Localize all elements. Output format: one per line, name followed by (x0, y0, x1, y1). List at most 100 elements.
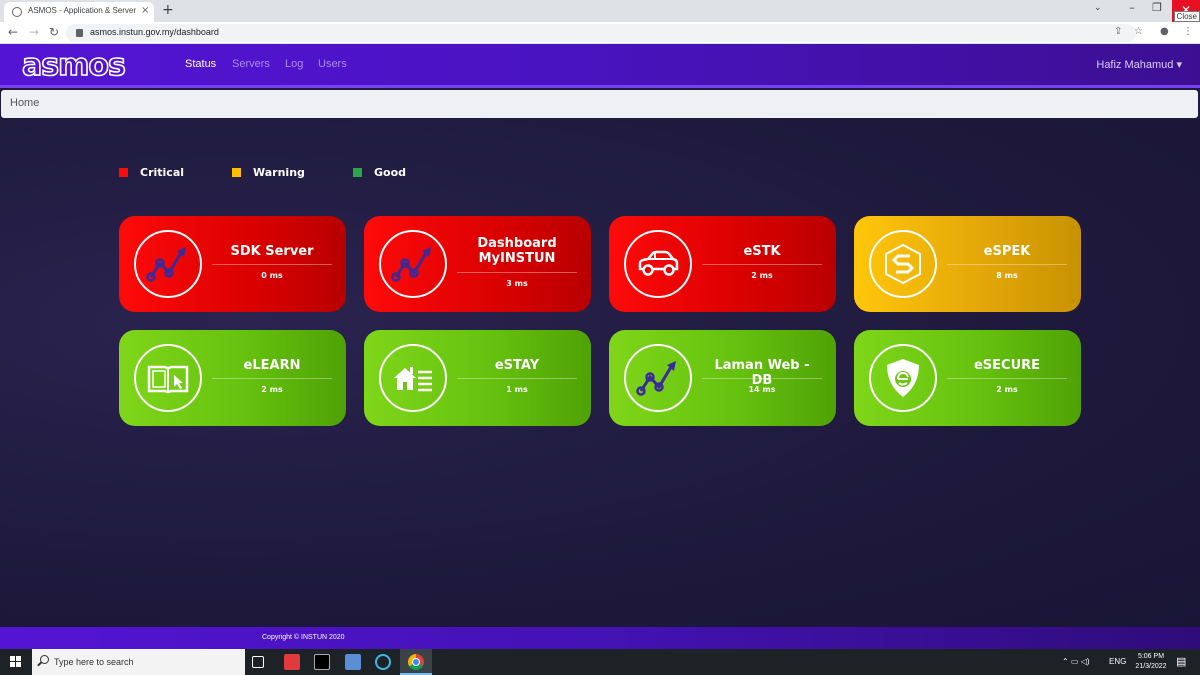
card-divider (947, 378, 1067, 379)
browser-menu-icon[interactable]: ⋮ (1183, 26, 1193, 37)
card-icon-circle (134, 230, 202, 298)
close-tooltip: Close (1173, 11, 1200, 22)
system-tray-icons[interactable]: ⌃ ▭ ◁) (1062, 657, 1090, 666)
app-navbar: asmos Status Servers Log Users Hafiz Mah… (0, 44, 1200, 88)
nav-link-log[interactable]: Log (285, 58, 303, 70)
card-icon-circle (869, 230, 937, 298)
card-name: eSTAY (494, 358, 540, 373)
house-list-icon (394, 367, 432, 392)
card-name: Dashboard MyINSTUN (477, 236, 557, 266)
breadcrumb: Home (1, 90, 1198, 118)
legend-label: Warning (253, 166, 305, 179)
card-name: eLEARN (243, 358, 301, 373)
card-icon-circle (624, 344, 692, 412)
card-response-time: 2 ms (751, 271, 773, 280)
service-card-espek[interactable]: eSPEK 8 ms (854, 216, 1081, 312)
service-card-laman-web-db[interactable]: Laman Web - DB 14 ms (609, 330, 836, 426)
user-menu-dropdown[interactable]: Hafiz Mahamud ▾ (1096, 58, 1182, 71)
lock-icon[interactable] (76, 29, 83, 37)
taskbar-search-box[interactable]: Type here to search (32, 649, 245, 675)
minimize-button[interactable]: – (1120, 1, 1144, 14)
tab-title: ASMOS - Application & Server M (28, 6, 136, 15)
trend-chart-icon (391, 247, 431, 282)
terminal-icon[interactable] (314, 654, 330, 670)
share-icon[interactable]: ⇪ (1114, 26, 1122, 37)
chrome-icon (408, 654, 424, 670)
card-name: eSTK (743, 244, 781, 259)
asmos-logo[interactable]: asmos (21, 47, 126, 84)
tab-close-icon[interactable]: × (141, 5, 149, 16)
browser-app-icon[interactable] (375, 654, 391, 670)
service-card-esecure[interactable]: eSECURE 2 ms (854, 330, 1081, 426)
card-divider (212, 264, 332, 265)
taskbar-search-placeholder: Type here to search (54, 657, 134, 667)
globe-icon (12, 7, 22, 17)
browser-tab-bar: ASMOS - Application & Server M × + ⌄ – ❐… (0, 0, 1200, 22)
restore-button[interactable]: ❐ (1145, 1, 1169, 14)
card-icon-circle (869, 344, 937, 412)
service-card-dashboard-myinstun[interactable]: Dashboard MyINSTUN 3 ms (364, 216, 591, 312)
card-name: eSECURE (973, 358, 1041, 373)
card-response-time: 14 ms (748, 385, 776, 394)
profile-icon[interactable]: ● (1160, 26, 1169, 37)
card-icon-circle (134, 344, 202, 412)
address-bar: ← → ↻ asmos.instun.gov.my/dashboard ⇪ ☆ … (0, 22, 1200, 44)
notification-icon[interactable]: ▤ (1176, 655, 1186, 668)
breadcrumb-home[interactable]: Home (10, 97, 39, 109)
legend-swatch-critical (119, 168, 128, 177)
dashboard-main: Critical Warning Good SDK Server 0 ms Da… (0, 119, 1200, 627)
windows-start-icon[interactable] (10, 656, 22, 668)
card-icon-circle (624, 230, 692, 298)
service-card-sdk-server[interactable]: SDK Server 0 ms (119, 216, 346, 312)
s-hexagon-icon (885, 243, 921, 285)
card-response-time: 3 ms (506, 279, 528, 288)
tab-search-icon[interactable]: ⌄ (1094, 3, 1102, 13)
task-view-icon[interactable] (252, 656, 264, 668)
browser-tab[interactable]: ASMOS - Application & Server M × (4, 2, 154, 22)
chrome-taskbar-button[interactable] (400, 649, 432, 675)
windows-taskbar: Type here to search ⌃ ▭ ◁) ENG 5:06 PM 2… (0, 649, 1200, 675)
service-card-elearn[interactable]: eLEARN 2 ms (119, 330, 346, 426)
app-red-icon[interactable] (284, 654, 300, 670)
trend-chart-icon (636, 361, 676, 396)
card-divider (457, 378, 577, 379)
forward-button[interactable]: → (29, 25, 39, 39)
copyright-text: Copyright © INSTUN 2020 (262, 634, 345, 641)
card-name: SDK Server (230, 244, 314, 259)
legend-swatch-warning (232, 168, 241, 177)
card-response-time: 0 ms (261, 271, 283, 280)
legend-label: Good (374, 166, 407, 179)
page-footer: Copyright © INSTUN 2020 (0, 627, 1200, 649)
new-tab-button[interactable]: + (162, 2, 174, 18)
url-field[interactable]: asmos.instun.gov.my/dashboard (66, 24, 1136, 42)
card-icon-circle (379, 344, 447, 412)
clock-time: 5:06 PM (1137, 653, 1165, 660)
card-name: Laman Web - DB (714, 358, 810, 388)
shield-icon (887, 359, 919, 397)
card-divider (947, 264, 1067, 265)
clock-date: 21/3/2022 (1135, 663, 1167, 670)
search-icon (40, 655, 49, 664)
card-divider (702, 264, 822, 265)
back-button[interactable]: ← (8, 25, 18, 39)
nav-link-users[interactable]: Users (318, 58, 347, 70)
trend-chart-icon (146, 247, 186, 282)
car-icon (638, 250, 679, 276)
legend-label: Critical (140, 166, 185, 179)
taskbar-clock[interactable]: 5:06 PM 21/3/2022 (1131, 652, 1171, 672)
nav-link-status[interactable]: Status (185, 58, 216, 70)
book-icon (147, 365, 189, 394)
card-divider (702, 378, 822, 379)
url-text: asmos.instun.gov.my/dashboard (90, 27, 219, 37)
language-indicator[interactable]: ENG (1109, 657, 1126, 666)
card-divider (212, 378, 332, 379)
service-card-estk[interactable]: eSTK 2 ms (609, 216, 836, 312)
service-card-estay[interactable]: eSTAY 1 ms (364, 330, 591, 426)
file-app-icon[interactable] (345, 654, 361, 670)
card-response-time: 1 ms (506, 385, 528, 394)
reload-button[interactable]: ↻ (49, 25, 59, 39)
card-response-time: 2 ms (261, 385, 283, 394)
card-response-time: 8 ms (996, 271, 1018, 280)
nav-link-servers[interactable]: Servers (232, 58, 270, 70)
bookmark-star-icon[interactable]: ☆ (1134, 26, 1143, 37)
